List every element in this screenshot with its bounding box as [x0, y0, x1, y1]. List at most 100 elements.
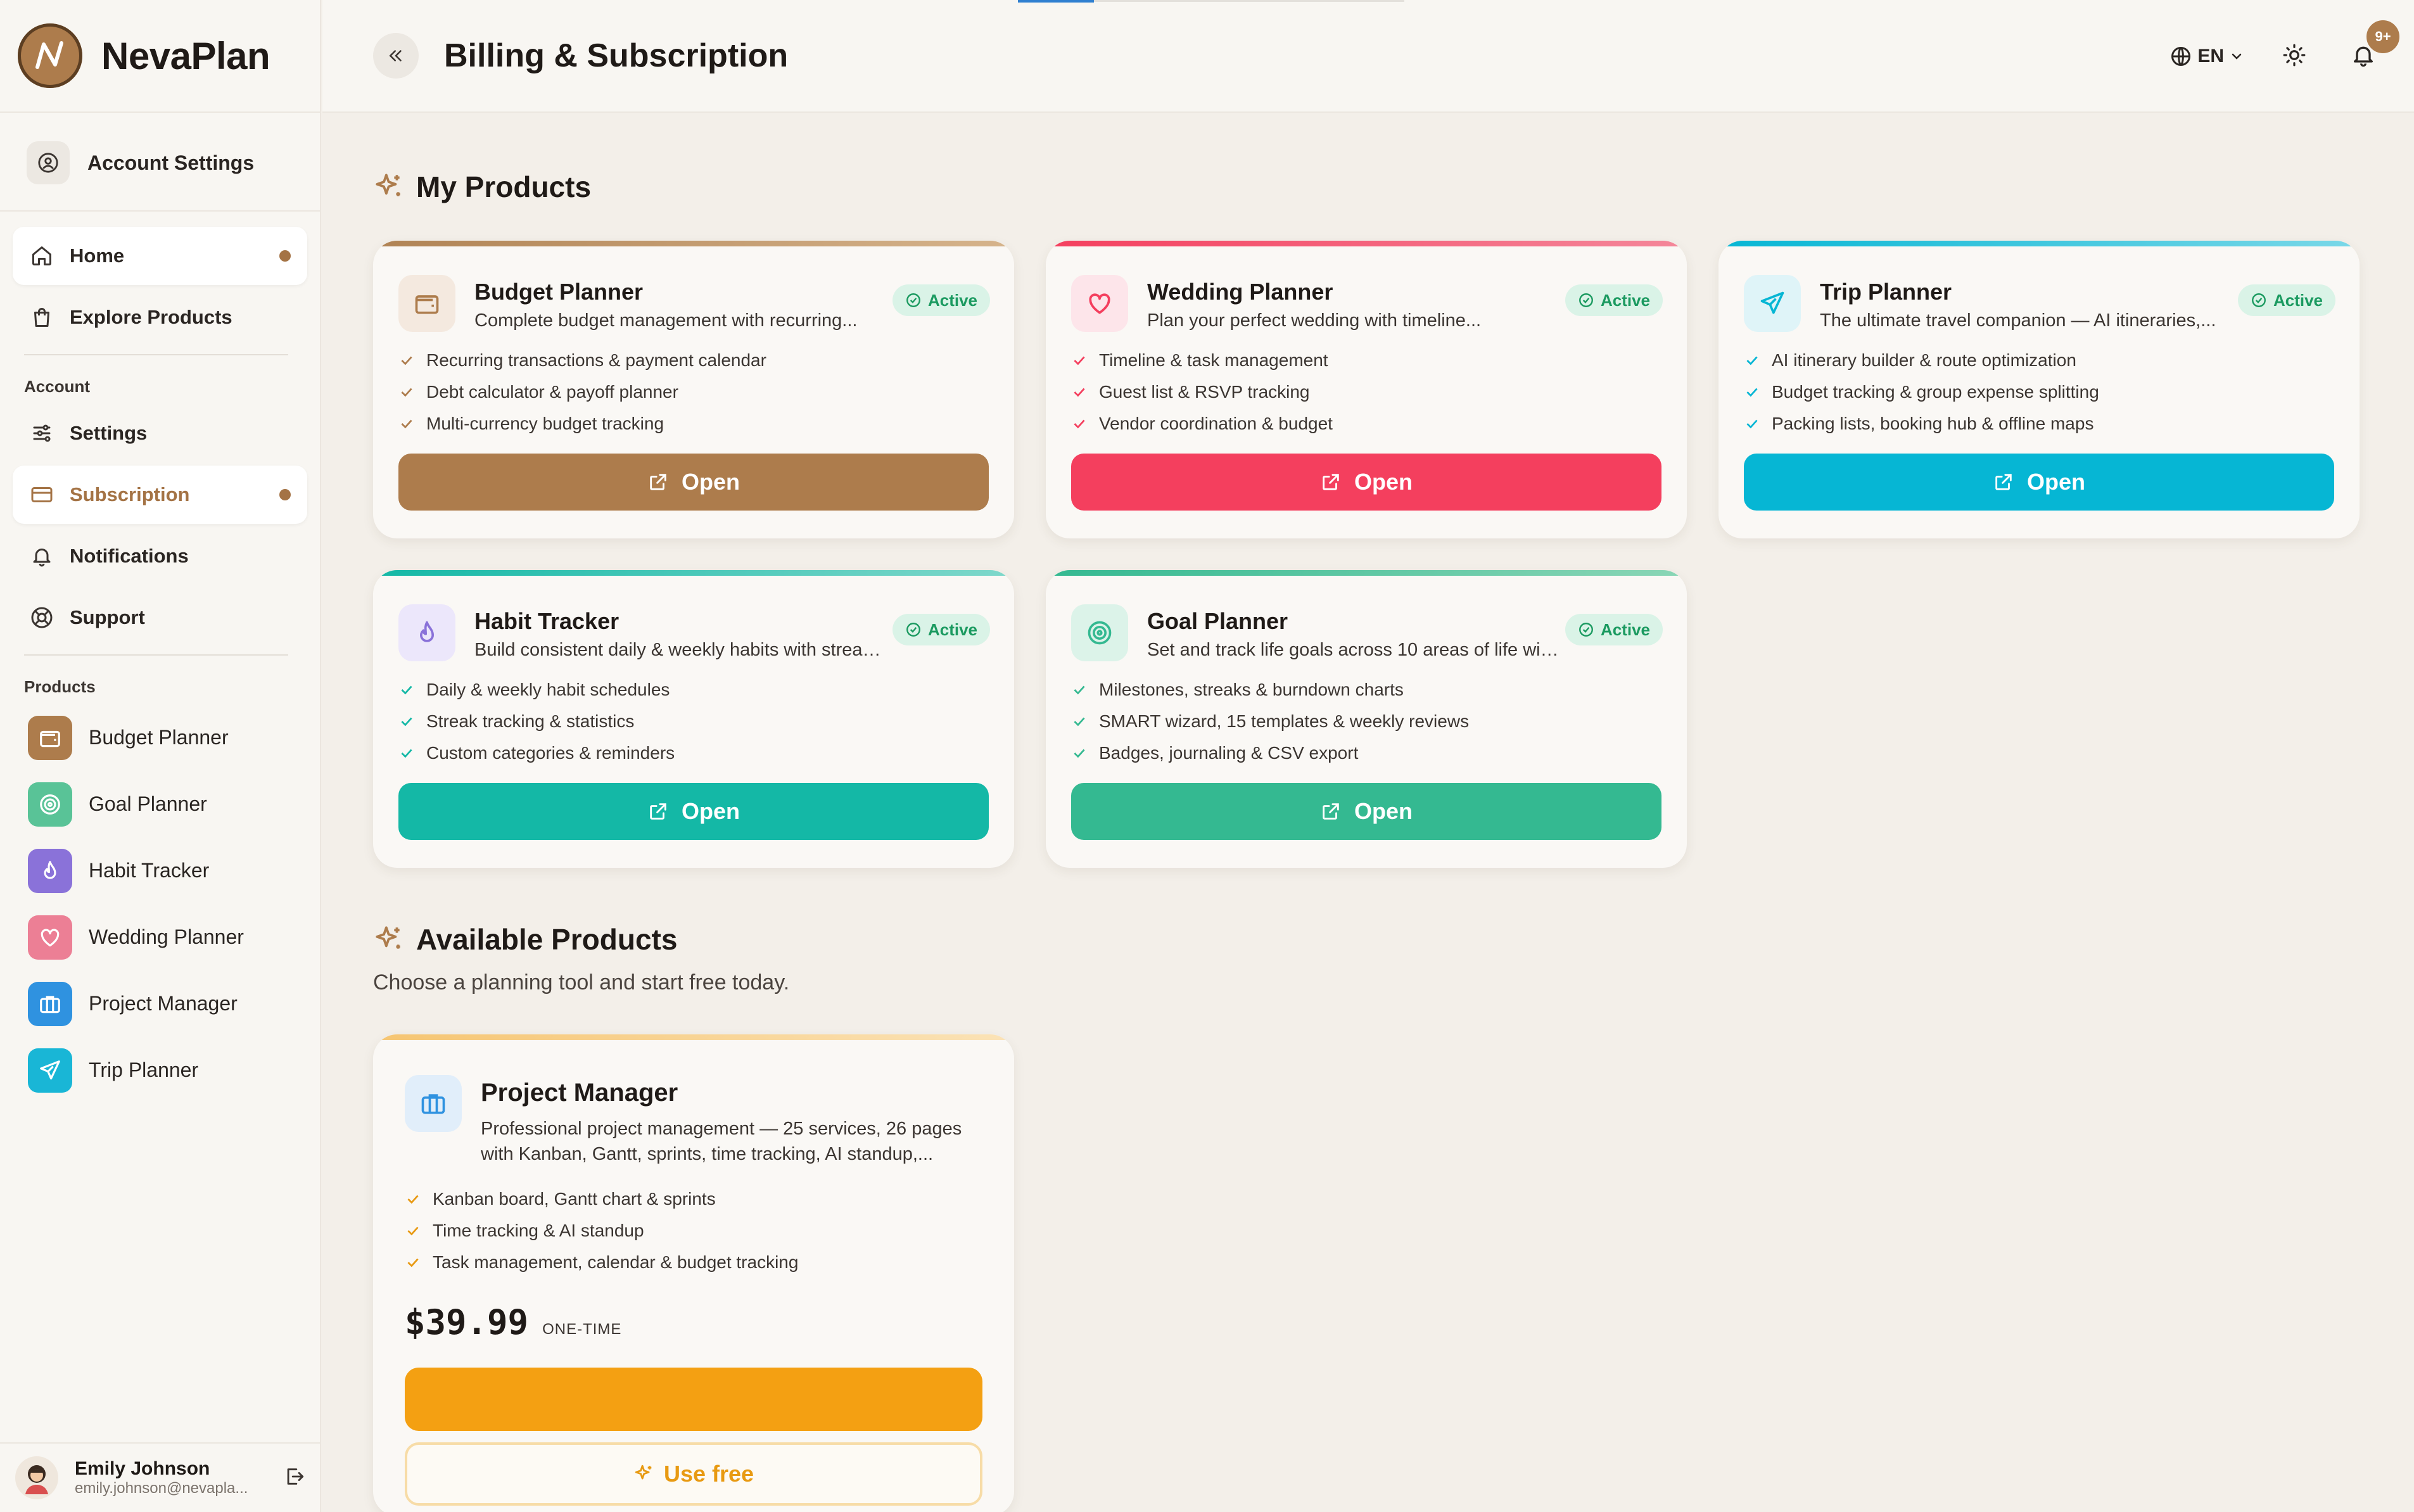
feature-text: AI itinerary builder & route optimizatio… — [1772, 350, 2076, 370]
sidebar-item-subscription[interactable]: Subscription — [13, 466, 307, 524]
sidebar-item-notifications[interactable]: Notifications — [13, 527, 307, 585]
button-label: Open — [1354, 469, 1413, 495]
check-icon — [401, 685, 412, 695]
feature-item: Daily & weekly habit schedules — [398, 674, 989, 706]
notifications-button[interactable]: 9+ — [2351, 18, 2401, 71]
status-badge: Active — [1565, 614, 1663, 645]
available-products-header: Available Products Choose a planning too… — [373, 922, 789, 995]
feature-item: Streak tracking & statistics — [398, 706, 989, 737]
available-products-heading: Available Products — [373, 922, 789, 956]
my-products-heading: My Products — [373, 170, 591, 204]
sidebar-product-label: Wedding Planner — [89, 925, 244, 948]
account-settings-label: Account Settings — [87, 151, 255, 174]
card-description: Complete budget management with recurrin… — [474, 310, 858, 331]
sparkles-icon — [635, 1464, 652, 1480]
top-header: Billing & Subscription EN 9+ — [322, 0, 2414, 113]
check-circle-icon — [1579, 293, 1593, 307]
feature-item: Packing lists, booking hub & offline map… — [1744, 408, 2334, 440]
language-selector[interactable]: EN — [2169, 45, 2244, 68]
check-icon — [401, 749, 412, 758]
feature-text: Recurring transactions & payment calenda… — [426, 350, 766, 370]
sidebar-item-label: Home — [70, 245, 125, 267]
sidebar-product-goal-planner[interactable]: Goal Planner — [0, 771, 320, 837]
brand-name: NevaPlan — [101, 34, 270, 77]
sidebar-product-project-manager[interactable]: Project Manager — [0, 970, 320, 1037]
status-label: Active — [927, 290, 977, 310]
sidebar-item-support[interactable]: Support — [13, 588, 307, 647]
feature-text: Budget tracking & group expense splittin… — [1772, 382, 2099, 402]
account-settings-link[interactable]: Account Settings — [27, 138, 307, 187]
open-wedding-planner-button[interactable]: Open — [1071, 454, 1661, 511]
logout-icon[interactable] — [284, 1466, 305, 1490]
user-name: Emily Johnson — [75, 1458, 210, 1479]
feature-item: Milestones, streaks & burndown charts — [1071, 674, 1661, 706]
feature-text: Task management, calendar & budget track… — [433, 1252, 799, 1272]
product-card-trip-planner: Trip Planner The ultimate travel compani… — [1718, 241, 2360, 538]
card-description: Build consistent daily & weekly habits w… — [474, 640, 886, 660]
feature-text: Guest list & RSVP tracking — [1099, 382, 1310, 402]
sidebar-product-trip-planner[interactable]: Trip Planner — [0, 1037, 320, 1103]
feature-item: Badges, journaling & CSV export — [1071, 737, 1661, 769]
sidebar-item-label: Support — [70, 606, 145, 628]
product-card-goal-planner: Goal Planner Set and track life goals ac… — [1046, 570, 1687, 868]
collapse-sidebar-button[interactable] — [373, 33, 419, 79]
sidebar-product-label: Project Manager — [89, 992, 238, 1015]
sidebar-item-label: Notifications — [70, 545, 189, 567]
shopping-bag-icon — [34, 308, 49, 327]
card-description: The ultimate travel companion — AI itine… — [1820, 310, 2216, 331]
external-link-icon — [1323, 474, 1339, 490]
briefcase-icon — [405, 1075, 462, 1132]
feature-text: Vendor coordination & budget — [1099, 414, 1333, 433]
buy-project-manager-button[interactable] — [405, 1368, 982, 1431]
check-icon — [1074, 388, 1085, 397]
heart-icon — [28, 915, 72, 960]
status-badge: Active — [2237, 284, 2335, 316]
sparkles-icon — [376, 174, 400, 196]
product-card-project-manager: Project Manager Professional project man… — [373, 1034, 1014, 1512]
sidebar-item-explore-products[interactable]: Explore Products — [13, 288, 307, 346]
use-free-button[interactable]: Use free — [405, 1442, 982, 1506]
feature-text: Custom categories & reminders — [426, 743, 675, 763]
user-circle-icon — [27, 141, 70, 184]
user-email: emily.johnson@nevapla... — [75, 1480, 248, 1497]
sliders-icon — [33, 424, 51, 442]
theme-toggle-sun-icon[interactable] — [2282, 43, 2306, 70]
check-icon — [1074, 356, 1085, 365]
user-profile[interactable]: Emily Johnson emily.johnson@nevapla... — [0, 1442, 321, 1512]
sidebar-product-label: Trip Planner — [89, 1058, 199, 1081]
sidebar-product-habit-tracker[interactable]: Habit Tracker — [0, 837, 320, 904]
chevron-down-icon — [2232, 53, 2242, 60]
feature-text: Debt calculator & payoff planner — [426, 382, 678, 402]
open-budget-planner-button[interactable]: Open — [398, 454, 989, 511]
progress-track — [1094, 0, 1404, 2]
card-description: Professional project management — 25 ser… — [481, 1119, 962, 1164]
check-icon — [1074, 419, 1085, 429]
globe-icon — [2171, 47, 2191, 66]
sidebar-product-budget-planner[interactable]: Budget Planner — [0, 704, 320, 771]
product-card-habit-tracker: Habit Tracker Build consistent daily & w… — [373, 570, 1014, 868]
brand[interactable]: NevaPlan — [0, 0, 320, 113]
open-trip-planner-button[interactable]: Open — [1744, 454, 2334, 511]
feature-item: Budget tracking & group expense splittin… — [1744, 376, 2334, 408]
notification-count-badge: 9+ — [2365, 18, 2401, 55]
feature-text: Multi-currency budget tracking — [426, 414, 664, 433]
feature-text: Streak tracking & statistics — [426, 711, 635, 731]
open-goal-planner-button[interactable]: Open — [1071, 783, 1661, 840]
status-badge: Active — [892, 284, 990, 316]
progress-indicator — [1018, 0, 1094, 3]
price-row: $39.99 ONE-TIME — [373, 1278, 1014, 1342]
sidebar-item-home[interactable]: Home — [13, 227, 307, 285]
sidebar-product-label: Goal Planner — [89, 792, 207, 815]
heart-icon — [1071, 275, 1128, 332]
sidebar-item-settings[interactable]: Settings — [13, 404, 307, 462]
feature-item: Debt calculator & payoff planner — [398, 376, 989, 408]
sidebar-product-wedding-planner[interactable]: Wedding Planner — [0, 904, 320, 970]
open-habit-tracker-button[interactable]: Open — [398, 783, 989, 840]
button-label: Open — [681, 798, 740, 824]
product-card-wedding-planner: Wedding Planner Plan your perfect weddin… — [1046, 241, 1687, 538]
status-label: Active — [1600, 619, 1650, 639]
sidebar-item-label: Explore Products — [70, 306, 232, 328]
lifebuoy-icon — [31, 607, 53, 628]
feature-text: Packing lists, booking hub & offline map… — [1772, 414, 2094, 433]
account-section-label: Account — [24, 377, 90, 396]
